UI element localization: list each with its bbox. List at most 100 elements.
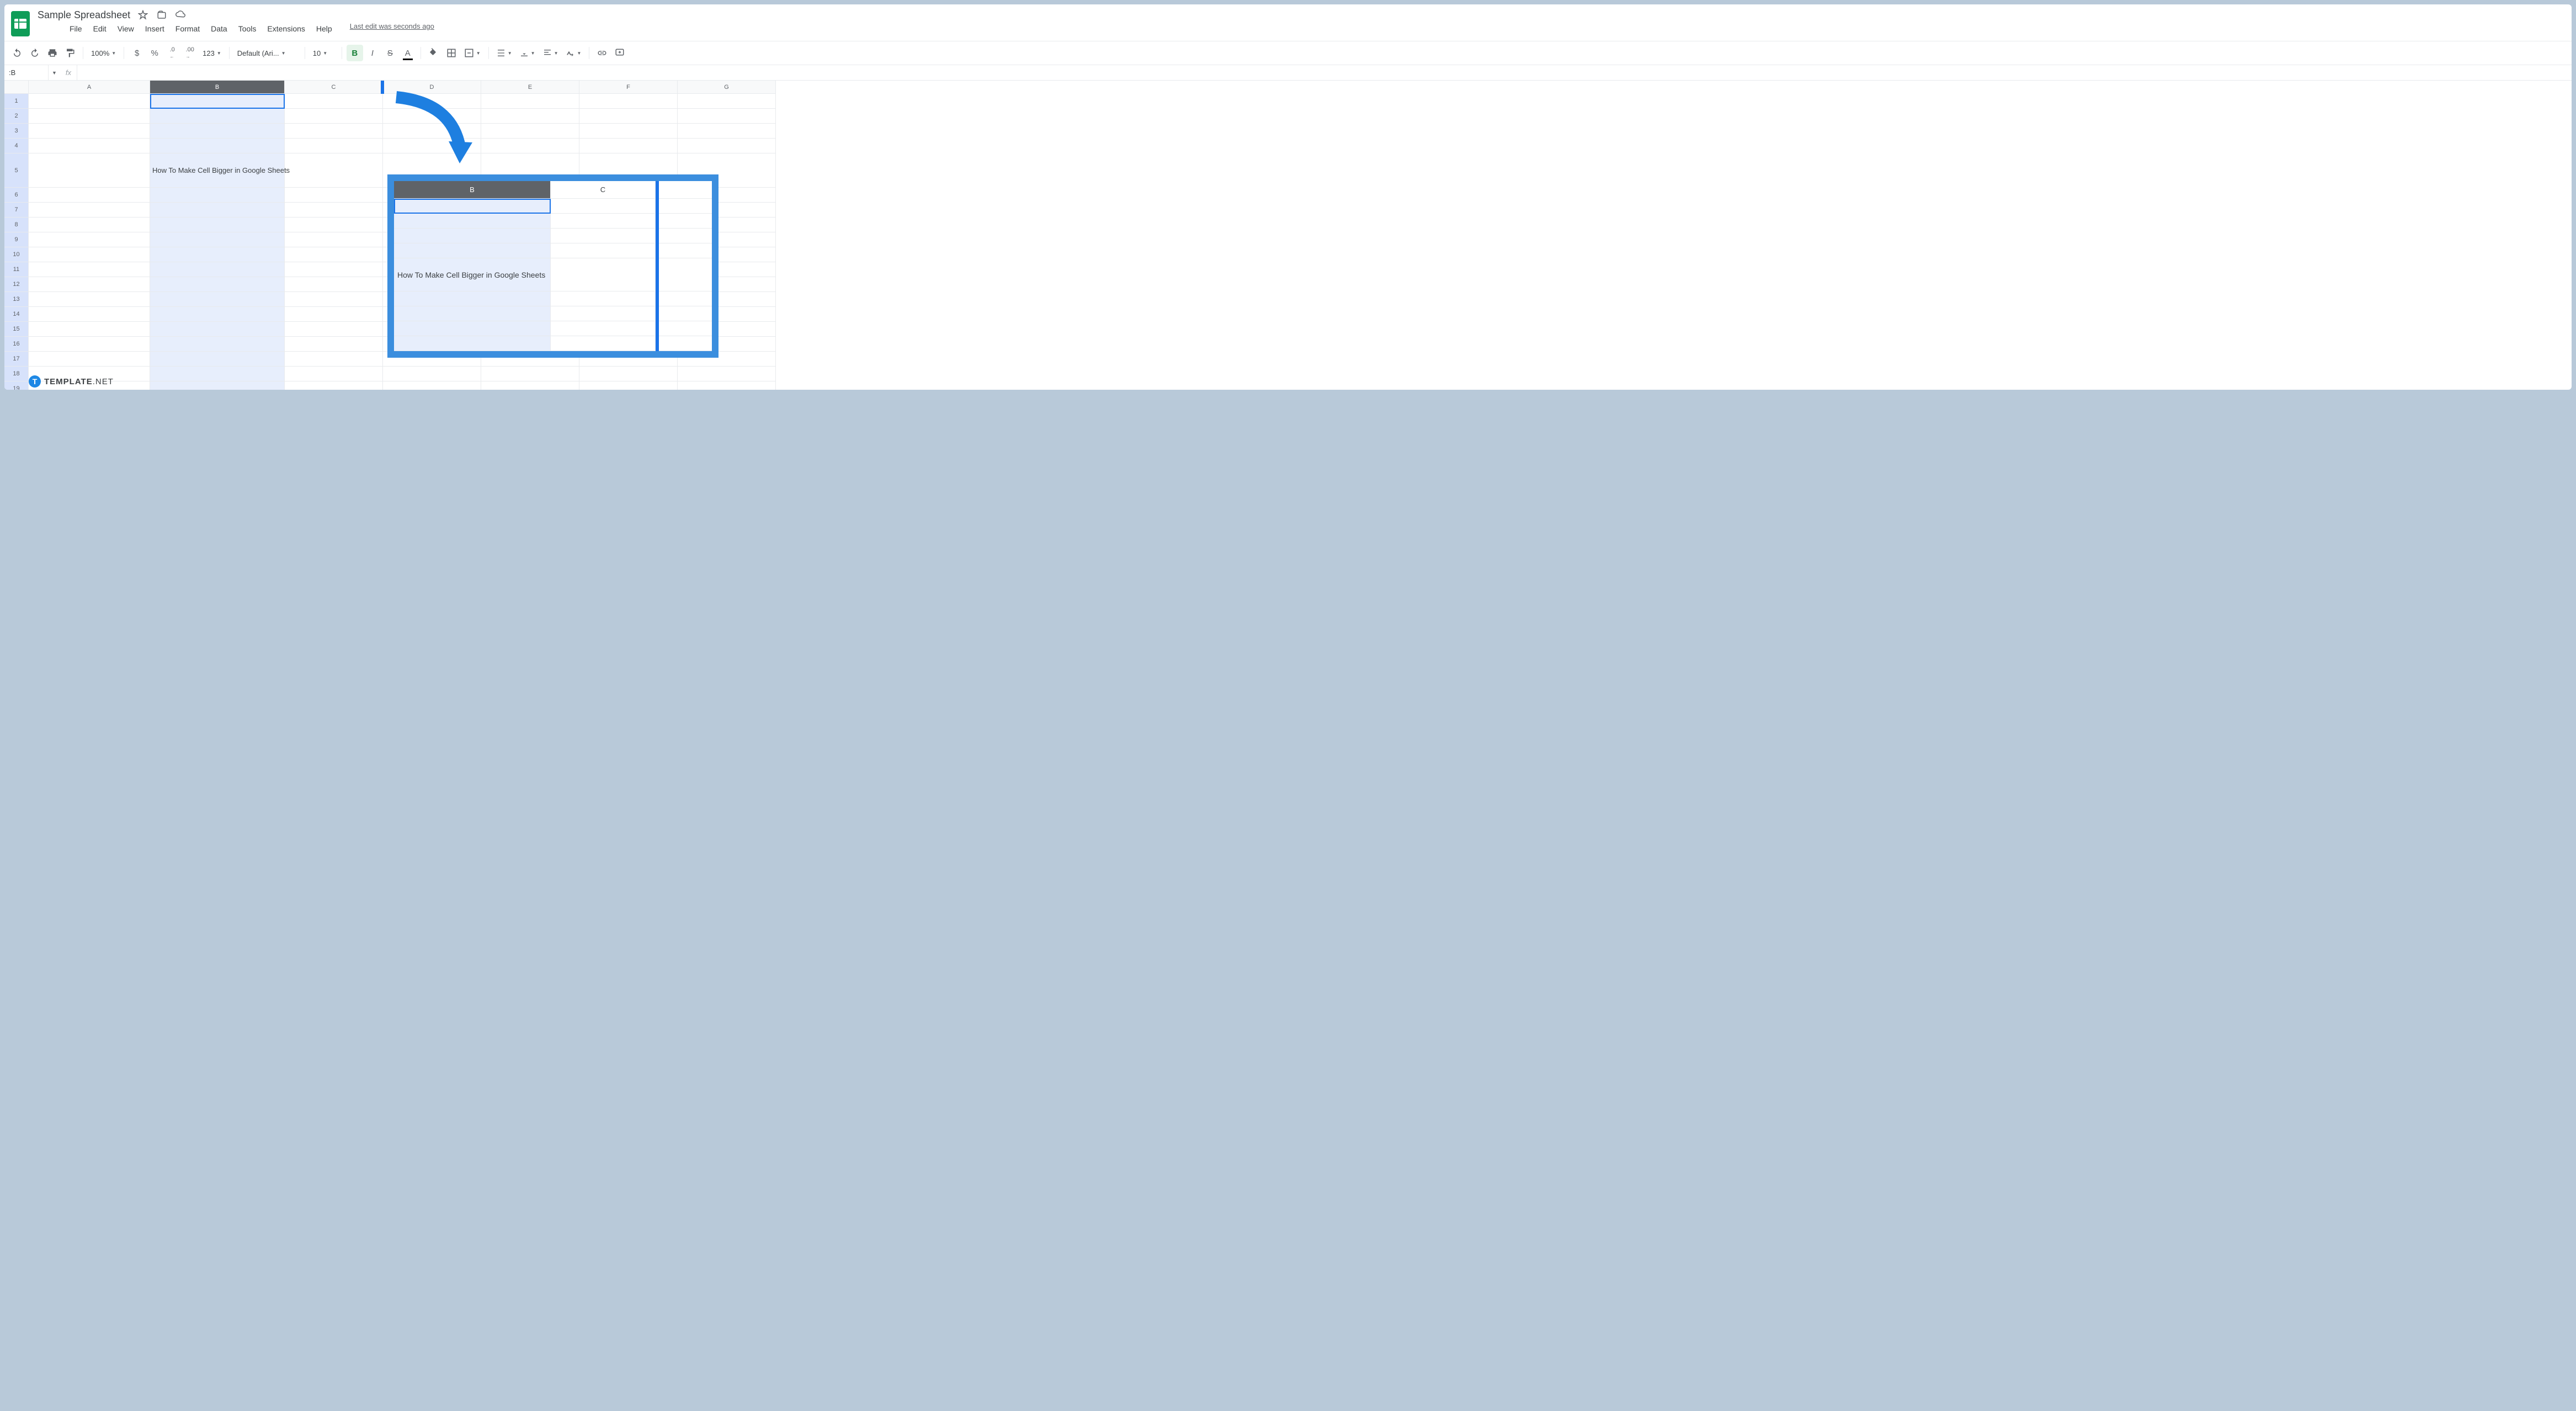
cell-D18[interactable] [383, 367, 481, 381]
more-formats-dropdown[interactable]: 123▼ [199, 45, 225, 61]
column-header-g[interactable]: G [678, 81, 776, 94]
increase-decimal-button[interactable]: .00→ [182, 45, 198, 61]
cell-F19[interactable] [579, 381, 678, 390]
cell-B17[interactable] [150, 352, 285, 367]
menu-insert[interactable]: Insert [141, 22, 169, 35]
menu-data[interactable]: Data [206, 22, 232, 35]
cell-A8[interactable] [29, 218, 150, 232]
percent-button[interactable]: % [146, 45, 163, 61]
menu-tools[interactable]: Tools [234, 22, 261, 35]
bold-button[interactable]: B [347, 45, 363, 61]
cloud-status-icon[interactable] [174, 9, 187, 21]
cell-A10[interactable] [29, 247, 150, 262]
cell-C19[interactable] [285, 381, 383, 390]
row-header-2[interactable]: 2 [4, 109, 29, 124]
star-icon[interactable] [137, 9, 149, 21]
cell-C2[interactable] [285, 109, 383, 124]
column-resize-handle-icon[interactable] [381, 81, 384, 94]
column-header-f[interactable]: F [579, 81, 678, 94]
cell-C11[interactable] [285, 262, 383, 277]
vertical-align-dropdown[interactable]: ▼ [517, 45, 539, 61]
row-header-17[interactable]: 17 [4, 352, 29, 367]
column-header-a[interactable]: A [29, 81, 150, 94]
column-header-b[interactable]: B [150, 81, 285, 94]
row-header-8[interactable]: 8 [4, 218, 29, 232]
redo-button[interactable] [26, 45, 43, 61]
row-header-4[interactable]: 4 [4, 139, 29, 153]
cell-B15[interactable] [150, 322, 285, 337]
cell-C12[interactable] [285, 277, 383, 292]
font-family-dropdown[interactable]: Default (Ari...▼ [234, 45, 300, 61]
cell-A13[interactable] [29, 292, 150, 307]
cell-F3[interactable] [579, 124, 678, 139]
text-wrap-dropdown[interactable]: ▼ [540, 45, 562, 61]
menu-view[interactable]: View [113, 22, 139, 35]
select-all-corner[interactable] [4, 81, 29, 94]
row-header-18[interactable]: 18 [4, 367, 29, 381]
name-box-caret-icon[interactable]: ▼ [49, 70, 60, 76]
cell-C15[interactable] [285, 322, 383, 337]
row-header-16[interactable]: 16 [4, 337, 29, 352]
cell-B7[interactable] [150, 203, 285, 218]
column-header-c[interactable]: C [285, 81, 383, 94]
cell-E1[interactable] [481, 94, 579, 109]
row-header-12[interactable]: 12 [4, 277, 29, 292]
cell-G19[interactable] [678, 381, 776, 390]
cell-D19[interactable] [383, 381, 481, 390]
italic-button[interactable]: I [364, 45, 381, 61]
sheets-logo-icon[interactable] [11, 11, 30, 36]
fill-color-button[interactable] [425, 45, 442, 61]
cell-C7[interactable] [285, 203, 383, 218]
cell-A2[interactable] [29, 109, 150, 124]
cell-C3[interactable] [285, 124, 383, 139]
cell-C16[interactable] [285, 337, 383, 352]
cell-C18[interactable] [285, 367, 383, 381]
cell-G3[interactable] [678, 124, 776, 139]
cell-B14[interactable] [150, 307, 285, 322]
menu-extensions[interactable]: Extensions [263, 22, 309, 35]
cell-A1[interactable] [29, 94, 150, 109]
formula-input[interactable] [77, 65, 2572, 80]
cell-B12[interactable] [150, 277, 285, 292]
cell-C4[interactable] [285, 139, 383, 153]
row-header-10[interactable]: 10 [4, 247, 29, 262]
horizontal-align-dropdown[interactable]: ▼ [493, 45, 515, 61]
cell-C10[interactable] [285, 247, 383, 262]
cell-A16[interactable] [29, 337, 150, 352]
cell-A12[interactable] [29, 277, 150, 292]
cell-E18[interactable] [481, 367, 579, 381]
document-title[interactable]: Sample Spreadsheet [38, 9, 130, 21]
cell-B8[interactable] [150, 218, 285, 232]
cell-A9[interactable] [29, 232, 150, 247]
cell-B19[interactable] [150, 381, 285, 390]
column-header-e[interactable]: E [481, 81, 579, 94]
cell-B13[interactable] [150, 292, 285, 307]
cell-E2[interactable] [481, 109, 579, 124]
cell-F18[interactable] [579, 367, 678, 381]
cell-C14[interactable] [285, 307, 383, 322]
cell-B1[interactable] [150, 94, 285, 109]
row-header-5[interactable]: 5 [4, 153, 29, 188]
row-header-3[interactable]: 3 [4, 124, 29, 139]
name-box[interactable]: :B [4, 65, 49, 80]
cell-C8[interactable] [285, 218, 383, 232]
last-edit-link[interactable]: Last edit was seconds ago [350, 22, 434, 35]
cell-A6[interactable] [29, 188, 150, 203]
cell-A15[interactable] [29, 322, 150, 337]
cell-F4[interactable] [579, 139, 678, 153]
decrease-decimal-button[interactable]: .0← [164, 45, 180, 61]
cell-A5[interactable] [29, 153, 150, 188]
cell-B4[interactable] [150, 139, 285, 153]
row-header-15[interactable]: 15 [4, 322, 29, 337]
cell-C17[interactable] [285, 352, 383, 367]
cell-E19[interactable] [481, 381, 579, 390]
cell-B16[interactable] [150, 337, 285, 352]
row-header-11[interactable]: 11 [4, 262, 29, 277]
row-header-1[interactable]: 1 [4, 94, 29, 109]
cell-G4[interactable] [678, 139, 776, 153]
row-header-7[interactable]: 7 [4, 203, 29, 218]
menu-file[interactable]: File [65, 22, 87, 35]
cell-A4[interactable] [29, 139, 150, 153]
cell-B9[interactable] [150, 232, 285, 247]
cell-A14[interactable] [29, 307, 150, 322]
